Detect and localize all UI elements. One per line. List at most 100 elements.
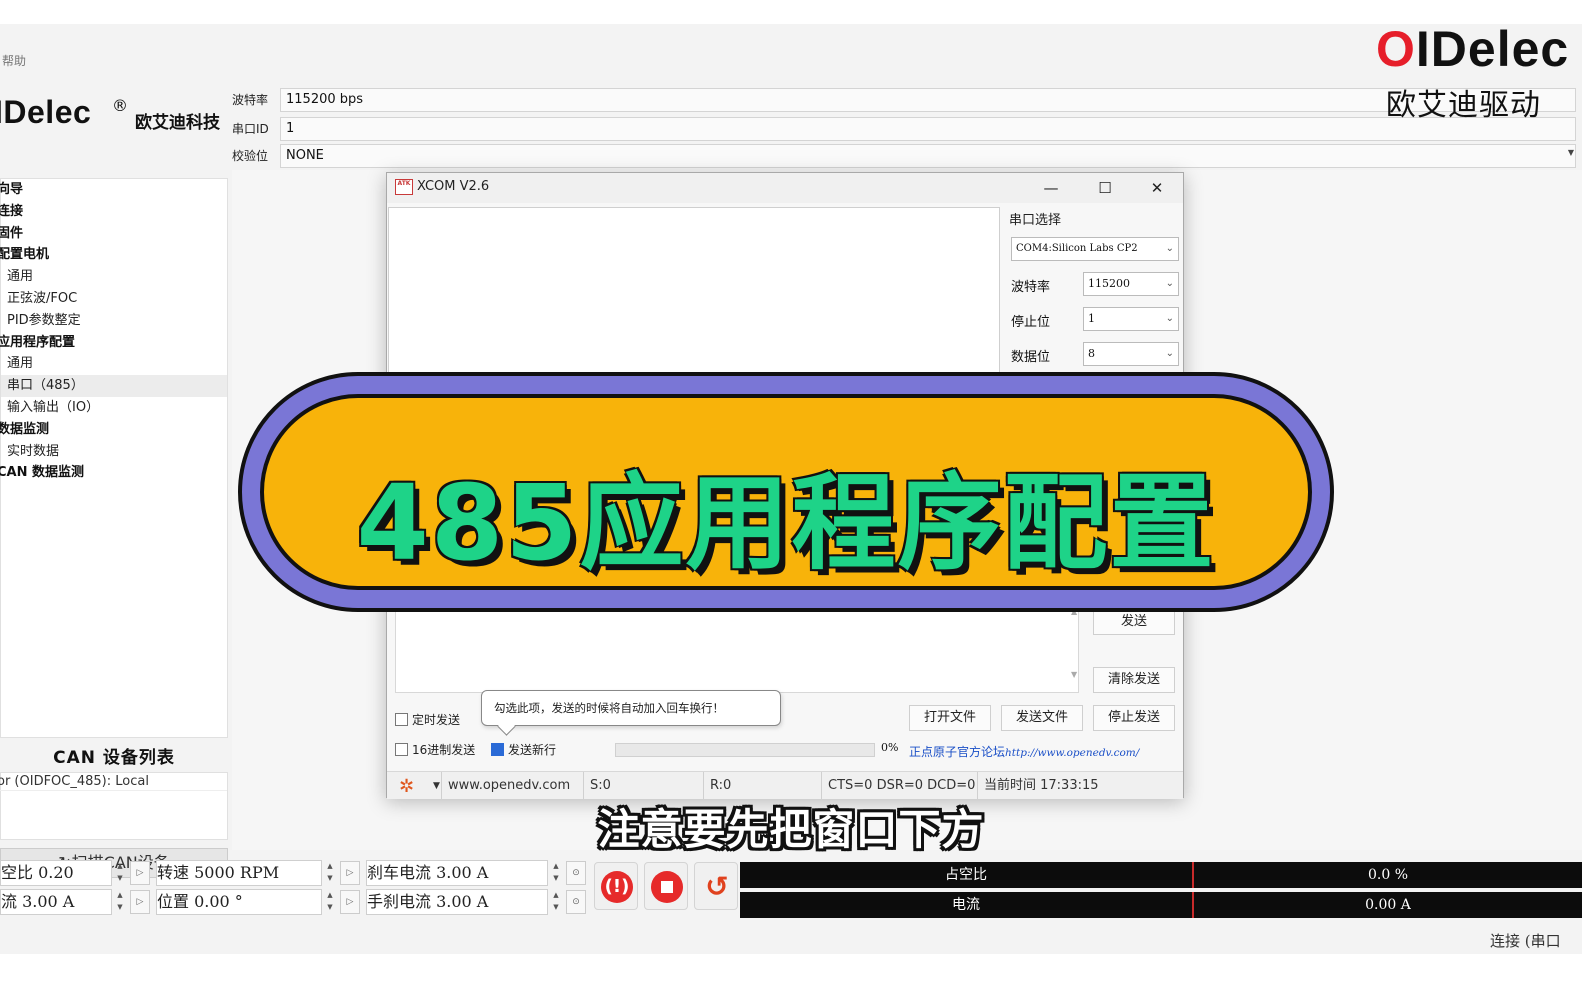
forum-link[interactable]: 正点原子官方论坛http://www.openedv.com/	[909, 743, 1139, 760]
nav-item[interactable]: CAN 数据监测	[0, 462, 227, 484]
brand-registered-mark: ®	[112, 96, 128, 115]
port-id-field[interactable]: 1	[280, 117, 1576, 141]
checkbox-checked-icon	[491, 743, 504, 756]
baud-rate-label: 波特率	[232, 93, 269, 107]
speed-spin-icon[interactable]: ▲ ▼	[324, 860, 336, 886]
stop-button[interactable]	[644, 862, 688, 910]
timed-send-checkbox[interactable]: 定时发送	[395, 711, 460, 728]
current-apply-button[interactable]: ▷	[130, 890, 150, 914]
close-button[interactable]: ✕	[1143, 176, 1171, 200]
current-meter-label: 电流	[952, 897, 980, 913]
serial-settings: 串口选择 COM4:Silicon Labs CP2 ⌄ 波特率 115200 ⌄ …	[1009, 209, 1179, 389]
title-banner-inner: 485应用程序配置	[260, 394, 1312, 590]
xcom-baud-label: 波特率	[1011, 280, 1051, 295]
menu-help[interactable]: 帮助	[0, 52, 1582, 72]
undo-icon: ↺	[705, 870, 729, 903]
maximize-button[interactable]: ☐	[1091, 176, 1119, 200]
xcom-baud-select[interactable]: 115200 ⌄	[1083, 272, 1179, 296]
brand-company-name: 欧艾迪科技	[135, 113, 220, 133]
speed-apply-button[interactable]: ▷	[340, 861, 360, 885]
stop-icon	[651, 871, 683, 903]
send-newline-checkbox[interactable]: 发送新行	[491, 741, 556, 758]
handbrake-apply-button[interactable]: ⊙	[566, 890, 586, 914]
brand: IDelec ® 欧艾迪科技	[0, 94, 230, 138]
port-select-row: COM4:Silicon Labs CP2 ⌄	[1009, 235, 1179, 270]
port-id-row: 串口ID 1	[232, 117, 1582, 141]
nav-item[interactable]: 固件	[0, 223, 227, 245]
port-select-title: 串口选择	[1009, 213, 1062, 228]
connection-status: 连接 (串口	[1490, 932, 1561, 950]
current-input[interactable]: 流 3.00 A	[0, 889, 112, 915]
watermark-logo: OIDelec	[1376, 21, 1570, 77]
nav-item[interactable]: 向导	[0, 179, 227, 201]
baud-rate-row: 波特率 115200 bps	[232, 88, 1582, 112]
data-bits-select[interactable]: 8 ⌄	[1083, 342, 1179, 366]
nav-item[interactable]: 通用	[1, 353, 227, 375]
stop-bits-row: 停止位 1 ⌄	[1009, 305, 1179, 340]
current-spin-icon[interactable]: ▲ ▼	[114, 889, 126, 915]
alert-icon: (!)	[601, 871, 633, 903]
position-spin-icon[interactable]: ▲ ▼	[324, 889, 336, 915]
clear-send-button[interactable]: 清除发送	[1093, 667, 1175, 693]
nav-item[interactable]: 实时数据	[1, 441, 227, 463]
xcom-titlebar[interactable]: ATK XCOM V2.6 — ☐ ✕	[387, 173, 1183, 203]
nav-item[interactable]: 串口（485）	[1, 375, 227, 397]
parity-dropdown-icon[interactable]: ▼	[1568, 148, 1574, 157]
hex-send-checkbox[interactable]: 16进制发送	[395, 741, 475, 758]
brake-spin-icon[interactable]: ▲ ▼	[550, 860, 562, 886]
nav-item[interactable]: 输入输出（IO）	[1, 397, 227, 419]
xcom-statusbar: ✲ ▼ www.openedv.com S:0 R:0 CTS=0 DSR=0 …	[387, 771, 1183, 800]
handbrake-spin-icon[interactable]: ▲ ▼	[550, 889, 562, 915]
stop-send-button[interactable]: 停止发送	[1093, 705, 1175, 731]
open-file-button[interactable]: 打开文件	[909, 705, 991, 731]
can-device-item[interactable]: or (OIDFOC_485): Local	[0, 773, 227, 791]
send-file-button[interactable]: 发送文件	[1001, 705, 1083, 731]
checkbox-icon	[395, 743, 408, 756]
title-banner-text: 485应用程序配置	[356, 462, 1216, 584]
nav-item[interactable]: 配置电机	[0, 244, 227, 266]
brake-current-input[interactable]: 刹车电流 3.00 A	[366, 860, 548, 886]
baud-rate-field[interactable]: 115200 bps	[280, 88, 1576, 112]
send-newline-tooltip: 勾选此项，发送的时候将自动加入回车换行！	[481, 690, 781, 726]
handbrake-current-input[interactable]: 手刹电流 3.00 A	[366, 889, 548, 915]
nav-item[interactable]: 数据监测	[0, 419, 227, 441]
xcom-baud-row: 波特率 115200 ⌄	[1009, 270, 1179, 305]
duty-apply-button[interactable]: ▷	[130, 861, 150, 885]
send-progress-bar	[615, 743, 875, 757]
chevron-down-icon: ⌄	[1165, 348, 1174, 359]
current-meter-value: 0.00 A	[1365, 897, 1411, 913]
position-apply-button[interactable]: ▷	[340, 890, 360, 914]
can-device-list-title: CAN 设备列表	[53, 748, 175, 768]
atk-app-icon: ATK	[395, 179, 413, 195]
parity-label: 校验位	[232, 149, 269, 163]
port-select[interactable]: COM4:Silicon Labs CP2 ⌄	[1011, 237, 1179, 261]
position-input[interactable]: 位置 0.00 °	[156, 889, 322, 915]
stop-bits-select[interactable]: 1 ⌄	[1083, 307, 1179, 331]
nav-item[interactable]: 通用	[1, 266, 227, 288]
send-scrollbar[interactable]: ▲▼	[1071, 607, 1085, 693]
xcom-title: XCOM V2.6	[417, 179, 490, 194]
duty-meter-label: 占空比	[945, 867, 987, 883]
send-button[interactable]: 发送	[1093, 609, 1175, 635]
nav-item[interactable]: 应用程序配置	[0, 332, 227, 354]
watermark-brand-cn: 欧艾迪驱动	[1386, 88, 1541, 123]
chevron-down-icon: ⌄	[1165, 313, 1174, 324]
nav-item[interactable]: PID参数整定	[1, 310, 227, 332]
speed-input[interactable]: 转速 5000 RPM	[156, 860, 322, 886]
gear-icon[interactable]: ✲	[399, 776, 414, 797]
port-id-label: 串口ID	[232, 122, 269, 136]
minimize-button[interactable]: —	[1037, 176, 1065, 200]
parity-row: 校验位 NONE ▼	[232, 144, 1582, 168]
reset-button[interactable]: ↺	[694, 862, 738, 910]
emergency-stop-button[interactable]: (!)	[594, 862, 638, 910]
duty-input[interactable]: 空比 0.20	[0, 860, 112, 886]
brake-apply-button[interactable]: ⊙	[566, 861, 586, 885]
duty-spin-icon[interactable]: ▲ ▼	[114, 860, 126, 886]
parity-field[interactable]: NONE	[280, 144, 1576, 168]
chevron-down-icon: ⌄	[1165, 278, 1174, 289]
nav-item[interactable]: 正弦波/FOC	[1, 288, 227, 310]
nav-item[interactable]: 连接	[0, 201, 227, 223]
chevron-down-icon: ⌄	[1165, 243, 1174, 254]
data-bits-row: 数据位 8 ⌄	[1009, 340, 1179, 375]
duty-meter-value: 0.0 %	[1367, 867, 1409, 883]
